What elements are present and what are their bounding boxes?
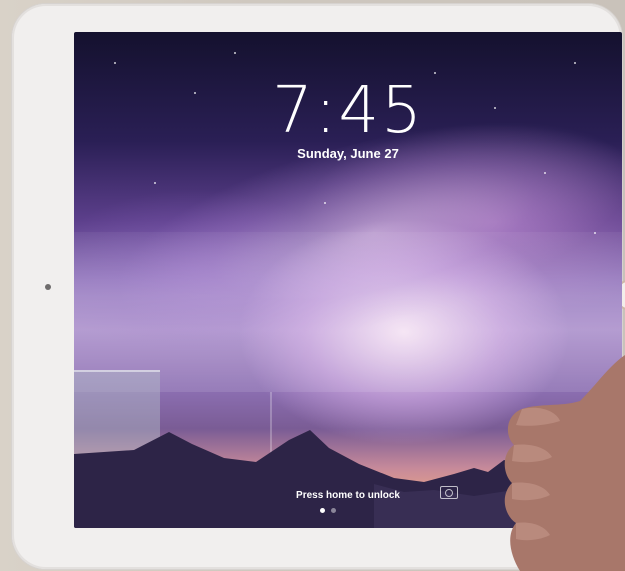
page-dot	[331, 508, 336, 513]
hand	[504, 355, 625, 571]
star	[234, 52, 236, 54]
star	[114, 62, 116, 64]
page-indicator	[320, 508, 336, 513]
photo-scene: 7:45 Sunday, June 27 Press home to unloc…	[0, 0, 625, 571]
star	[154, 182, 156, 184]
front-camera	[45, 284, 51, 290]
star	[544, 172, 546, 174]
star	[324, 202, 326, 204]
lock-date: Sunday, June 27	[297, 146, 399, 161]
page-dot-active	[320, 508, 325, 513]
star	[574, 62, 576, 64]
lock-time: 7:45	[272, 74, 424, 148]
